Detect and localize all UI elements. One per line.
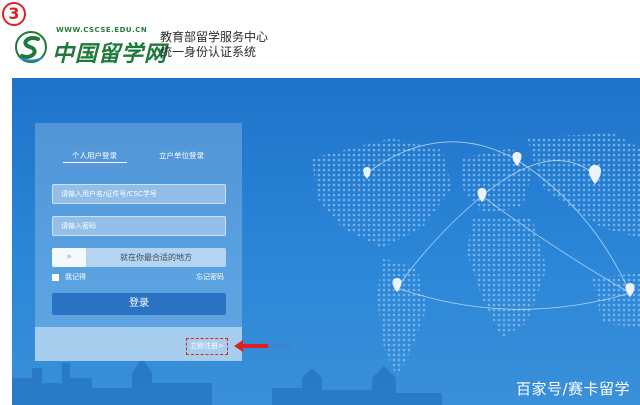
slider-captcha[interactable]: » 就在你最合适的地方 — [52, 248, 226, 267]
site-name: 中国留学网 — [52, 41, 168, 67]
tab-personal-login[interactable]: 个人用户登录 — [72, 150, 117, 161]
password-input[interactable]: 请输入密码 — [52, 216, 226, 236]
logo-emblem-icon — [15, 31, 47, 63]
tab-unit-login[interactable]: 立户单位登录 — [159, 150, 204, 161]
remember-me[interactable]: 我记得 — [52, 272, 86, 282]
org-name-line2: 统一身份认证系统 — [160, 45, 257, 59]
remember-checkbox[interactable] — [52, 273, 59, 281]
login-button[interactable]: 登录 — [52, 293, 226, 315]
red-arrow-icon — [234, 340, 292, 352]
username-input[interactable]: 请输入用户名/证件号/CSC学号 — [52, 184, 226, 204]
active-tab-indicator — [63, 162, 127, 163]
step-badge: 3 — [2, 2, 26, 26]
forgot-password-link[interactable]: 忘记密码 — [196, 272, 224, 282]
organization-name: 教育部留学服务中心 统一身份认证系统 — [160, 30, 268, 60]
site-url: WWW.CSCSE.EDU.CN — [56, 26, 148, 34]
slider-captcha-text: 就在你最合适的地方 — [120, 253, 192, 262]
watermark-text: 百家号/赛卡留学 — [515, 380, 630, 398]
register-link[interactable]: 立即注册> — [186, 338, 228, 355]
login-tabs: 个人用户登录 立户单位登录 — [35, 150, 242, 164]
remember-label: 我记得 — [65, 273, 86, 281]
org-name-line1: 教育部留学服务中心 — [160, 30, 269, 44]
page-header: 3 WWW.CSCSE.EDU.CN 中国留学网 教育部留学服务中心 统一身份认… — [0, 0, 640, 78]
slider-arrow-icon[interactable]: » — [52, 248, 86, 267]
